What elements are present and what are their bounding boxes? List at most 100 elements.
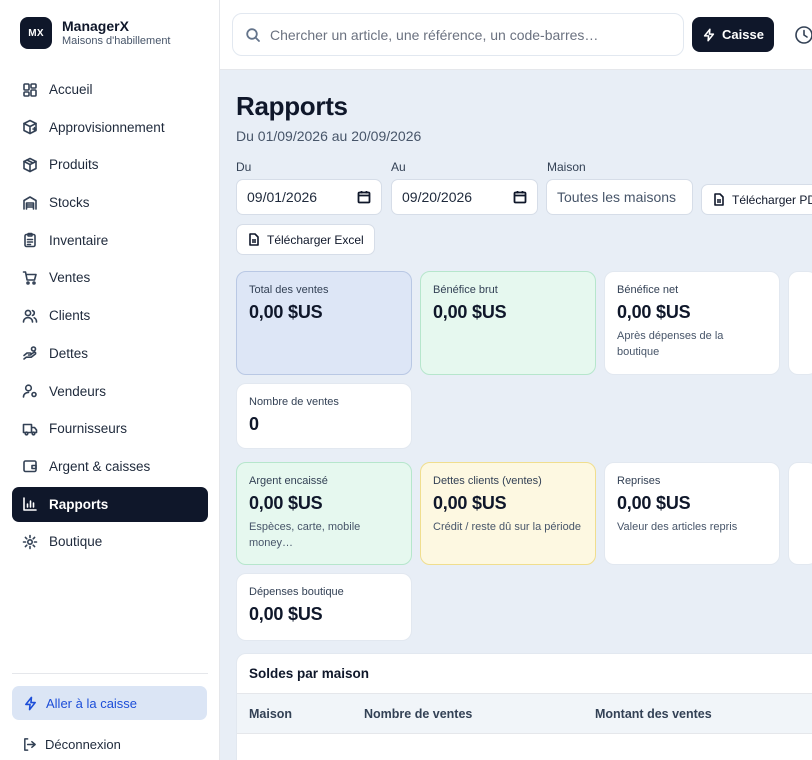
card-label: Argent encaissé (249, 475, 328, 487)
card-label: Bénéfice brut (433, 284, 498, 296)
download-pdf-button[interactable]: Télécharger PDF (701, 184, 812, 215)
card-label: Total des ventes (249, 284, 329, 296)
card-value: 0,00 $US (249, 604, 323, 624)
stat-card-cash-collected: Argent encaissé 0,00 $US Espèces, carte,… (236, 462, 412, 565)
from-date-input[interactable]: 09/01/2026 (236, 179, 382, 215)
house-select-value: Toutes les maisons (557, 189, 677, 205)
sidebar-item-label: Ventes (49, 270, 91, 286)
page-title: Rapports (236, 91, 348, 121)
card-value: 0 (249, 414, 259, 434)
card-note: Crédit / reste dû sur la période (433, 521, 581, 533)
sidebar-item-label: Accueil (49, 82, 93, 97)
settings-icon (22, 534, 38, 550)
grid-icon (23, 82, 37, 97)
box-icon (23, 157, 37, 173)
sidebar-item-label: Boutique (49, 534, 103, 550)
sidebar-item-label: Rapports (49, 496, 109, 512)
search-box[interactable] (232, 13, 684, 56)
stat-card-total-sales: Total des ventes 0,00 $US (236, 271, 412, 375)
card-label: Bénéfice net (617, 284, 679, 296)
calendar-icon[interactable] (513, 190, 527, 204)
truck-icon (22, 423, 38, 436)
sidebar-item-rapports[interactable]: Rapports (12, 486, 208, 522)
logout-icon (24, 738, 36, 751)
sidebar-item-fournisseurs[interactable]: Fournisseurs (12, 411, 208, 446)
go-to-pos-button[interactable]: Aller à la caisse (12, 686, 207, 720)
logout-label: Déconnexion (45, 737, 121, 752)
sidebar-item-label: Fournisseurs (49, 421, 128, 437)
clipboard-icon (24, 232, 36, 248)
column-header-sales-count: Nombre de ventes (364, 706, 473, 721)
column-header-house: Maison (249, 706, 293, 721)
table-header-row: Maison Nombre de ventes Montant des vent… (237, 694, 812, 734)
card-value: 0,00 $US (617, 302, 691, 322)
card-value: 0,00 $US (249, 493, 323, 513)
sidebar-item-stocks[interactable]: Stocks (12, 185, 208, 220)
stat-card-returns: Reprises 0,00 $US Valeur des articles re… (604, 462, 780, 565)
warehouse-icon (23, 195, 37, 210)
wallet-icon (23, 460, 37, 473)
card-label: Reprises (617, 475, 661, 487)
lightning-icon (703, 28, 715, 41)
balances-title: Soldes par maison (237, 654, 812, 694)
card-value: 0,00 $US (433, 302, 507, 322)
page-subtitle: Du 01/09/2026 au 20/09/2026 (236, 128, 422, 144)
sidebar-divider (12, 673, 208, 674)
stat-card-gross-profit: Bénéfice brut 0,00 $US (420, 271, 596, 375)
sidebar-item-produits[interactable]: Produits (12, 147, 208, 182)
to-date-value: 09/20/2026 (402, 189, 473, 205)
sidebar-item-dettes[interactable]: Dettes (12, 336, 208, 371)
sidebar-item-accueil[interactable]: Accueil (12, 72, 208, 107)
sidebar-item-vendeurs[interactable]: Vendeurs (12, 374, 208, 409)
card-label: Dépenses boutique (249, 586, 344, 598)
card-note: Valeur des articles repris (617, 521, 738, 533)
sidebar-item-label: Argent & caisses (49, 458, 151, 474)
sidebar-nav: Accueil Approvisionnement Produits Stock… (12, 72, 208, 562)
sidebar-item-label: Vendeurs (49, 383, 107, 399)
calendar-icon[interactable] (357, 190, 371, 204)
brand[interactable]: MX ManagerX Maisons d'habillement (20, 17, 171, 49)
sidebar-item-inventaire[interactable]: Inventaire (12, 223, 208, 258)
caisse-button[interactable]: Caisse (692, 17, 774, 52)
brand-name: ManagerX (62, 18, 129, 34)
to-date-input[interactable]: 09/20/2026 (391, 179, 538, 215)
sidebar-item-label: Dettes (49, 345, 89, 361)
card-value: 0,00 $US (249, 302, 323, 322)
users-icon (22, 309, 38, 323)
house-select-label: Maison (547, 160, 586, 174)
hand-coins-icon (23, 346, 37, 361)
download-excel-button[interactable]: Télécharger Excel (236, 224, 375, 255)
sidebar-item-argent-caisses[interactable]: Argent & caisses (12, 449, 208, 484)
main-content: Rapports Du 01/09/2026 au 20/09/2026 Du … (220, 71, 812, 760)
house-select[interactable]: Toutes les maisons (546, 179, 693, 215)
sidebar-item-label: Produits (49, 157, 99, 173)
search-icon (246, 27, 260, 42)
to-date-label: Au (391, 160, 406, 174)
file-icon (249, 233, 259, 246)
stat-card-client-debts: Dettes clients (ventes) 0,00 $US Crédit … (420, 462, 596, 565)
balances-table: Soldes par maison Maison Nombre de vente… (236, 653, 812, 760)
column-header-sales-amount: Montant des ventes (595, 706, 712, 721)
user-icon (22, 384, 37, 398)
sidebar-item-boutique[interactable]: Boutique (12, 524, 208, 559)
from-date-value: 09/01/2026 (247, 189, 318, 205)
card-value: 0,00 $US (617, 493, 691, 513)
card-label: Dettes clients (ventes) (433, 475, 542, 487)
topbar: Caisse (220, 0, 812, 70)
logout-button[interactable]: Déconnexion (22, 737, 121, 752)
stat-card-sales-count: Nombre de ventes 0 (236, 383, 412, 449)
card-note: Espèces, carte, mobile money… (249, 521, 361, 549)
sidebar-item-approvisionnement[interactable]: Approvisionnement (12, 110, 208, 145)
search-input[interactable] (270, 26, 670, 43)
clock-icon (795, 26, 812, 44)
card-label: Nombre de ventes (249, 396, 339, 408)
history-button[interactable] (794, 25, 812, 45)
sidebar-item-clients[interactable]: Clients (12, 298, 208, 333)
stat-card-partial (788, 462, 812, 565)
sidebar-item-ventes[interactable]: Ventes (12, 260, 208, 295)
card-value: 0,00 $US (433, 493, 507, 513)
stat-card-net-profit: Bénéfice net 0,00 $US Après dépenses de … (604, 271, 780, 375)
bar-chart-icon (23, 497, 37, 511)
download-excel-label: Télécharger Excel (267, 232, 364, 247)
download-pdf-label: Télécharger PDF (732, 192, 812, 207)
